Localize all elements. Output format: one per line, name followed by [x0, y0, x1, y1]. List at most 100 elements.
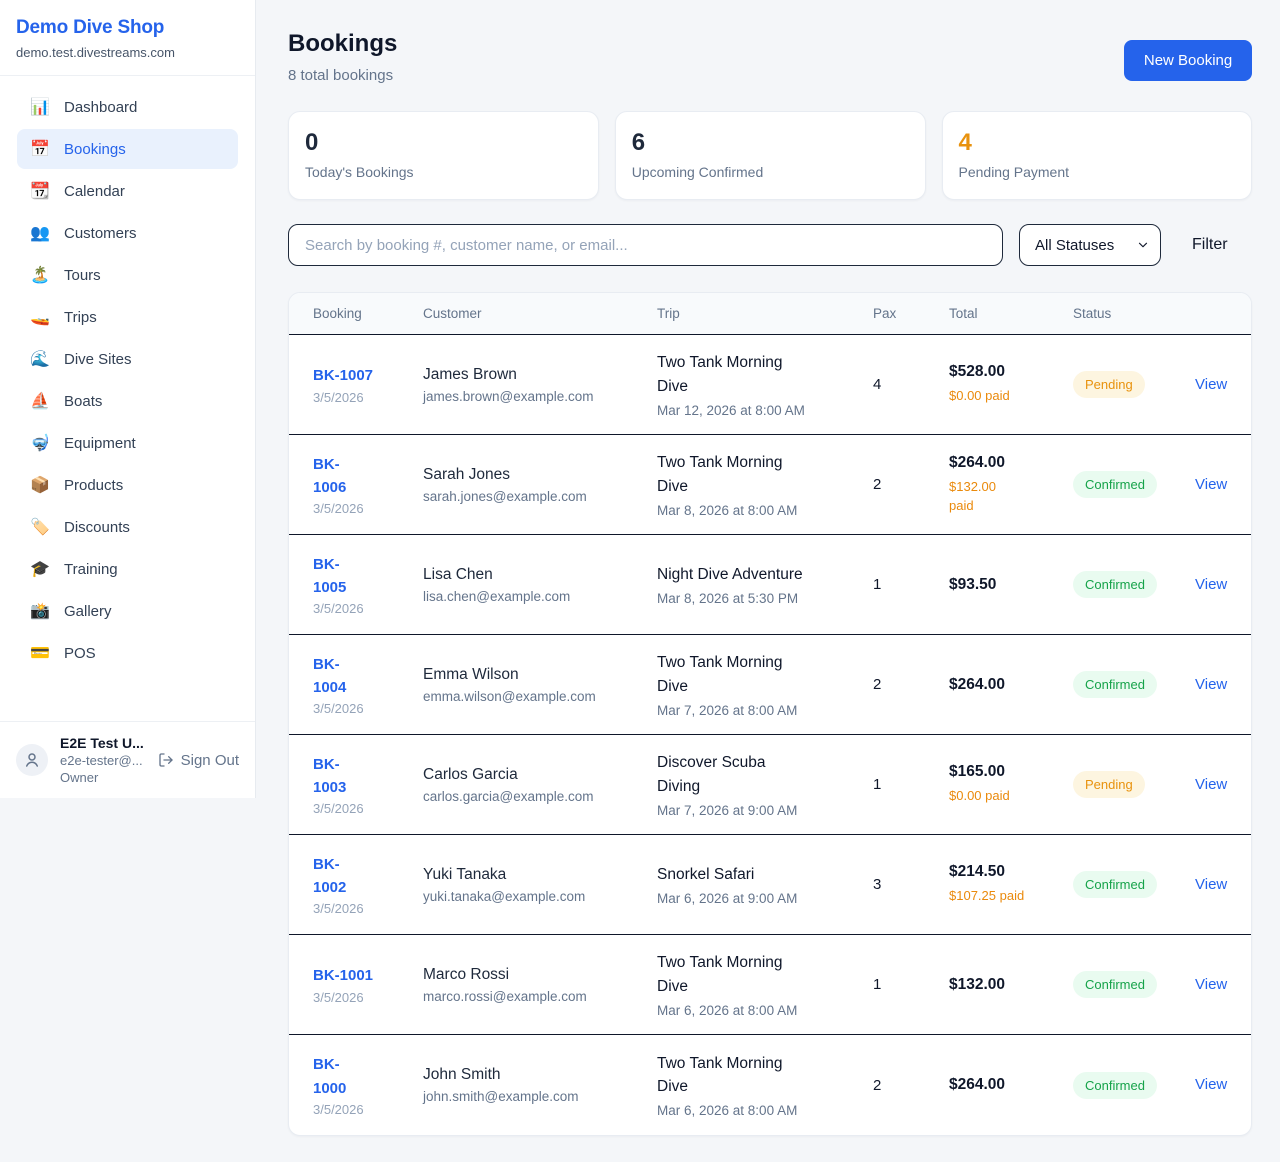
sidebar-item-gallery[interactable]: 📸 Gallery — [17, 591, 238, 631]
brand-block: Demo Dive Shop demo.test.divestreams.com — [0, 0, 255, 76]
stats-row: 0 Today's Bookings 6 Upcoming Confirmed … — [288, 111, 1252, 200]
trip-cell: Two Tank Morning Dive Mar 8, 2026 at 8:0… — [657, 451, 873, 518]
sidebar-item-customers[interactable]: 👥 Customers — [17, 213, 238, 253]
pax-value: 4 — [873, 376, 949, 393]
sidebar-item-label: Boats — [64, 393, 102, 410]
camera-icon: 📸 — [30, 601, 50, 621]
sidebar-item-bookings[interactable]: 📅 Bookings — [17, 129, 238, 169]
customer-email: yuki.tanaka@example.com — [423, 889, 643, 904]
customer-email: carlos.garcia@example.com — [423, 789, 643, 804]
paid-value: $107.25 paid — [949, 886, 1059, 906]
customer-cell: Carlos Garcia carlos.garcia@example.com — [423, 766, 657, 804]
table-row: BK- 1000 3/5/2026 John Smith john.smith@… — [289, 1035, 1251, 1135]
table-row: BK- 1006 3/5/2026 Sarah Jones sarah.jone… — [289, 435, 1251, 535]
booking-id-link[interactable]: BK- 1006 — [313, 453, 346, 500]
booking-id-link[interactable]: BK- 1003 — [313, 753, 346, 800]
stat-card-upcoming-confirmed: 6 Upcoming Confirmed — [615, 111, 926, 200]
booking-cell: BK- 1000 3/5/2026 — [313, 1053, 423, 1117]
customer-email: james.brown@example.com — [423, 389, 643, 404]
booking-date: 3/5/2026 — [313, 901, 409, 916]
view-link[interactable]: View — [1195, 776, 1227, 793]
total-cell: $132.00 — [949, 976, 1073, 994]
customer-name: John Smith — [423, 1066, 643, 1084]
user-name: E2E Test U... — [60, 735, 146, 751]
status-filter-select[interactable]: All Statuses — [1019, 224, 1161, 266]
sidebar-item-dashboard[interactable]: 📊 Dashboard — [17, 87, 238, 127]
bookings-table: Booking Customer Trip Pax Total Status B… — [288, 292, 1252, 1136]
view-link[interactable]: View — [1195, 476, 1227, 493]
trip-name: Two Tank Morning Dive — [657, 951, 859, 998]
total-value: $264.00 — [949, 676, 1059, 694]
view-link[interactable]: View — [1195, 676, 1227, 693]
table-row: BK- 1002 3/5/2026 Yuki Tanaka yuki.tanak… — [289, 835, 1251, 935]
column-header-booking: Booking — [313, 306, 423, 321]
table-header-row: Booking Customer Trip Pax Total Status — [289, 293, 1251, 335]
page-header: Bookings 8 total bookings New Booking — [288, 28, 1252, 84]
sidebar-item-label: POS — [64, 645, 96, 662]
status-cell: Confirmed — [1073, 971, 1185, 998]
total-cell: $264.00 — [949, 676, 1073, 694]
sailboat-icon: ⛵ — [30, 391, 50, 411]
column-header-pax: Pax — [873, 306, 949, 321]
sidebar-item-pos[interactable]: 💳 POS — [17, 633, 238, 673]
bar-chart-icon: 📊 — [30, 97, 50, 117]
sidebar-item-label: Bookings — [64, 141, 126, 158]
sidebar-item-label: Equipment — [64, 435, 136, 452]
total-value: $165.00 — [949, 763, 1059, 781]
trip-date: Mar 6, 2026 at 9:00 AM — [657, 891, 859, 906]
sidebar-item-dive-sites[interactable]: 🌊 Dive Sites — [17, 339, 238, 379]
sidebar-item-products[interactable]: 📦 Products — [17, 465, 238, 505]
table-row: BK- 1005 3/5/2026 Lisa Chen lisa.chen@ex… — [289, 535, 1251, 635]
view-link[interactable]: View — [1195, 1076, 1227, 1093]
customer-name: Sarah Jones — [423, 466, 643, 484]
sidebar-item-label: Customers — [64, 225, 137, 242]
stat-value: 0 — [305, 129, 582, 157]
booking-date: 3/5/2026 — [313, 601, 409, 616]
view-link[interactable]: View — [1195, 576, 1227, 593]
sidebar-item-boats[interactable]: ⛵ Boats — [17, 381, 238, 421]
sidebar-item-discounts[interactable]: 🏷️ Discounts — [17, 507, 238, 547]
booking-date: 3/5/2026 — [313, 501, 409, 516]
customer-email: marco.rossi@example.com — [423, 989, 643, 1004]
sidebar-item-label: Gallery — [64, 603, 112, 620]
sidebar-item-equipment[interactable]: 🤿 Equipment — [17, 423, 238, 463]
booking-id-link[interactable]: BK- 1004 — [313, 653, 346, 700]
customer-name: Yuki Tanaka — [423, 866, 643, 884]
trip-name: Discover Scuba Diving — [657, 751, 859, 798]
column-header-total: Total — [949, 306, 1073, 321]
sidebar-item-trips[interactable]: 🚤 Trips — [17, 297, 238, 337]
booking-id-link[interactable]: BK- 1005 — [313, 553, 346, 600]
app-root: Demo Dive Shop demo.test.divestreams.com… — [0, 0, 1280, 1136]
stat-card-todays-bookings: 0 Today's Bookings — [288, 111, 599, 200]
sidebar-item-training[interactable]: 🎓 Training — [17, 549, 238, 589]
search-input[interactable] — [288, 224, 1003, 266]
tag-icon: 🏷️ — [30, 517, 50, 537]
status-cell: Confirmed — [1073, 671, 1185, 698]
user-info: E2E Test U... e2e-tester@... Owner — [60, 735, 146, 785]
island-icon: 🏝️ — [30, 265, 50, 285]
new-booking-button[interactable]: New Booking — [1124, 40, 1252, 81]
sidebar-item-calendar[interactable]: 📆 Calendar — [17, 171, 238, 211]
total-cell: $528.00 $0.00 paid — [949, 363, 1073, 406]
column-header-trip: Trip — [657, 306, 873, 321]
sign-out-label: Sign Out — [181, 752, 239, 769]
trip-name: Two Tank Morning Dive — [657, 451, 859, 498]
booking-id-link[interactable]: BK- 1000 — [313, 1053, 346, 1100]
customer-cell: James Brown james.brown@example.com — [423, 366, 657, 404]
booking-id-link[interactable]: BK-1001 — [313, 964, 373, 987]
view-link[interactable]: View — [1195, 876, 1227, 893]
trip-cell: Two Tank Morning Dive Mar 6, 2026 at 8:0… — [657, 951, 873, 1018]
sidebar-item-tours[interactable]: 🏝️ Tours — [17, 255, 238, 295]
view-link[interactable]: View — [1195, 376, 1227, 393]
total-value: $214.50 — [949, 863, 1059, 881]
booking-id-link[interactable]: BK-1007 — [313, 364, 373, 387]
booking-id-link[interactable]: BK- 1002 — [313, 853, 346, 900]
sign-out-button[interactable]: Sign Out — [158, 752, 239, 769]
customer-name: Lisa Chen — [423, 566, 643, 584]
paid-value: $0.00 paid — [949, 386, 1059, 406]
table-row: BK- 1003 3/5/2026 Carlos Garcia carlos.g… — [289, 735, 1251, 835]
view-link[interactable]: View — [1195, 976, 1227, 993]
booking-date: 3/5/2026 — [313, 390, 409, 405]
filter-button[interactable]: Filter — [1192, 236, 1228, 254]
total-value: $132.00 — [949, 976, 1059, 994]
